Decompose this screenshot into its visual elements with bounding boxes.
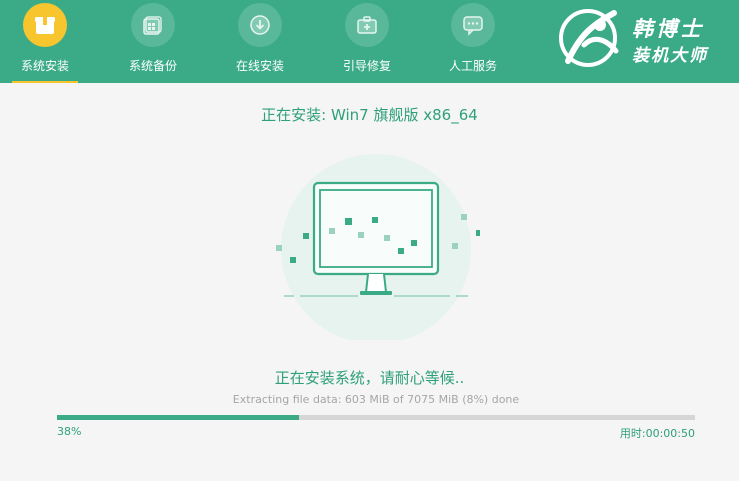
brand-subtitle: 装机大师 — [632, 46, 708, 66]
top-navigation-bar: 系统安装 系统备份 在线安装 引导修复 人工服务 韩博士 装机大师 — [0, 0, 739, 83]
install-progress-bar — [57, 415, 695, 420]
nav-label-online-install: 在线安装 — [235, 59, 284, 73]
install-status-text: 正在安装系统，请耐心等候.. — [274, 369, 465, 387]
doctor-logo-icon — [559, 9, 619, 67]
backup-windows-icon — [131, 3, 175, 47]
online-download-icon — [238, 3, 282, 47]
nav-tab-boot-repair[interactable]: 引导修复 — [328, 0, 406, 83]
brand-logo: 韩博士 装机大师 — [554, 5, 734, 75]
elapsed-time-label: 用时:00:00:50 — [619, 427, 695, 440]
nav-tab-online-install[interactable]: 在线安装 — [221, 0, 299, 83]
nav-label-manual-service: 人工服务 — [448, 59, 497, 73]
nav-label-boot-repair: 引导修复 — [342, 59, 391, 73]
install-title: 正在安装: Win7 旗舰版 x86_64 — [261, 106, 478, 124]
chat-service-icon — [451, 3, 495, 47]
progress-percent-label: 38% — [57, 425, 82, 438]
nav-label-system-backup: 系统备份 — [128, 59, 177, 73]
nav-tab-system-backup[interactable]: 系统备份 — [114, 0, 192, 83]
install-box-icon — [23, 3, 67, 47]
extract-detail-text: Extracting file data: 603 MiB of 7075 Mi… — [232, 393, 520, 406]
nav-tab-manual-service[interactable]: 人工服务 — [434, 0, 512, 83]
monitor-install-illustration — [276, 154, 480, 340]
nav-tab-system-install[interactable]: 系统安装 — [6, 0, 84, 83]
repair-toolbox-icon — [345, 3, 389, 47]
install-progress-fill — [57, 415, 300, 420]
nav-label-system-install: 系统安装 — [20, 59, 69, 73]
brand-name: 韩博士 — [632, 17, 704, 41]
